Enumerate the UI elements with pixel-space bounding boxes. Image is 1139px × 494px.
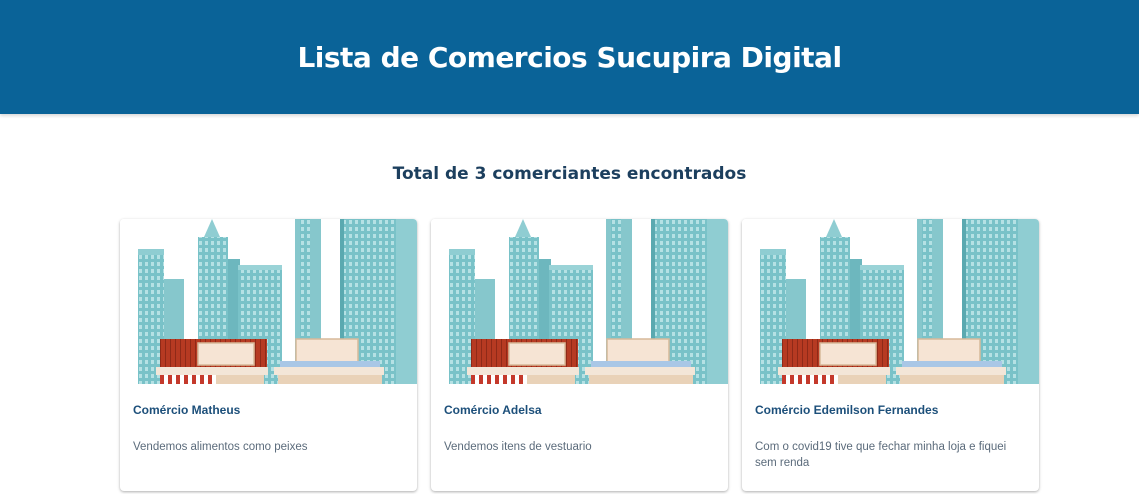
merchant-name: Comércio Edemilson Fernandes bbox=[755, 403, 939, 417]
merchant-description: Com o covid19 tive que fechar minha loja… bbox=[755, 441, 1007, 469]
merchant-card[interactable]: Comércio Adelsa Vendemos itens de vestua… bbox=[431, 219, 728, 491]
merchant-card[interactable]: Comércio Edemilson Fernandes Com o covid… bbox=[742, 219, 1039, 491]
results-count: Total de 3 comerciantes encontrados bbox=[392, 164, 747, 184]
city-storefront-illustration bbox=[742, 219, 1039, 384]
merchant-card[interactable]: Comércio Matheus Vendemos alimentos como… bbox=[120, 219, 417, 491]
merchant-name: Comércio Adelsa bbox=[444, 403, 542, 417]
merchant-description: Vendemos itens de vestuario bbox=[444, 441, 592, 453]
merchant-name: Comércio Matheus bbox=[133, 403, 241, 417]
city-storefront-illustration bbox=[431, 219, 728, 384]
merchant-description: Vendemos alimentos como peixes bbox=[133, 441, 308, 453]
city-storefront-illustration bbox=[120, 219, 417, 384]
page-title: Lista de Comercios Sucupira Digital bbox=[297, 40, 842, 74]
app-header: Lista de Comercios Sucupira Digital bbox=[0, 0, 1139, 114]
merchant-card-list: Comércio Matheus Vendemos alimentos como… bbox=[120, 219, 1039, 491]
